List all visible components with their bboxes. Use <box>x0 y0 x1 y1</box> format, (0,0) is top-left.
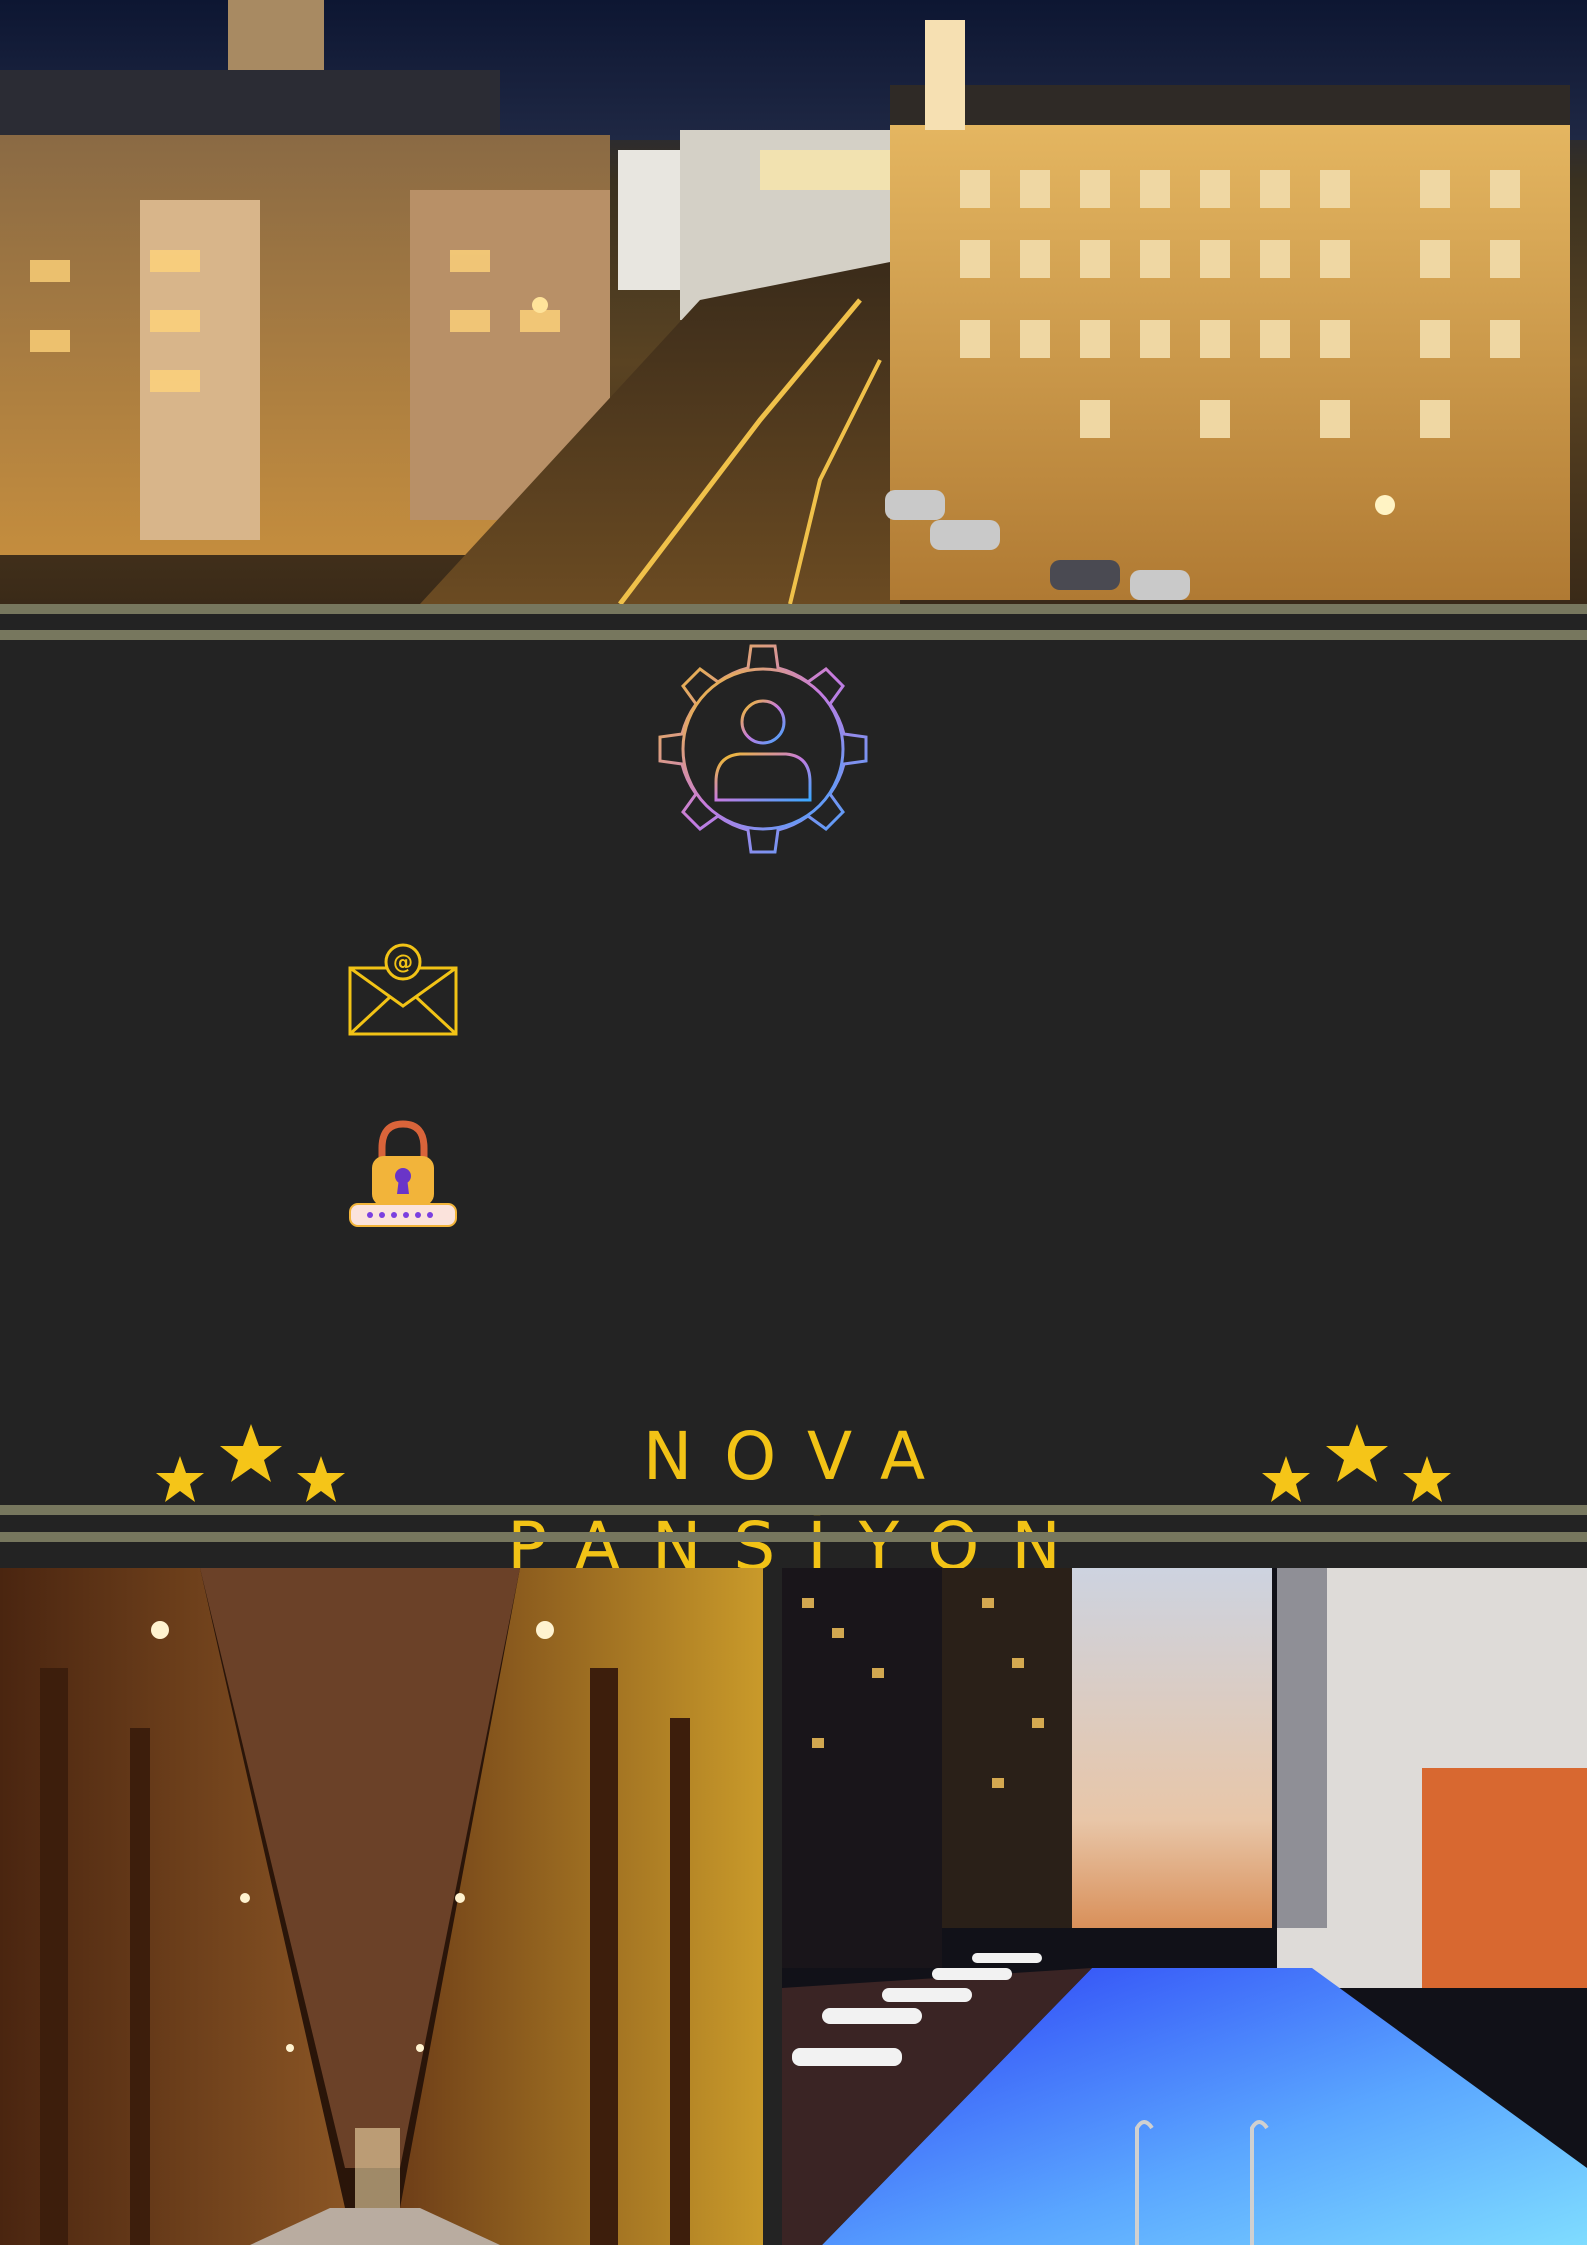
star-icon <box>1326 1424 1388 1482</box>
rooftop-pool-image <box>782 1568 1587 2245</box>
email-at-icon: @ <box>348 943 458 1036</box>
stars-left <box>156 1424 345 1502</box>
brand-title: NOVA PANSİYON <box>507 1418 1093 1585</box>
star-icon <box>220 1424 282 1482</box>
star-icon <box>1403 1456 1451 1502</box>
user-gear-icon <box>658 644 868 854</box>
star-icon <box>297 1456 345 1502</box>
email-field[interactable] <box>500 960 1304 1022</box>
svg-text:@: @ <box>393 950 413 974</box>
star-icon <box>156 1456 204 1502</box>
password-field[interactable] <box>500 1150 1304 1212</box>
divider-bar <box>0 630 1587 640</box>
hotel-corridor-image <box>0 1568 763 2245</box>
hero-city-night-image <box>0 0 1587 604</box>
stars-right <box>1262 1424 1451 1502</box>
divider-bar <box>0 1532 1587 1542</box>
star-icon <box>1262 1456 1310 1502</box>
padlock-password-icon <box>349 1120 457 1227</box>
login-panel: @ <box>0 642 1587 1504</box>
divider-bar <box>0 604 1587 614</box>
divider-bar <box>0 1505 1587 1515</box>
